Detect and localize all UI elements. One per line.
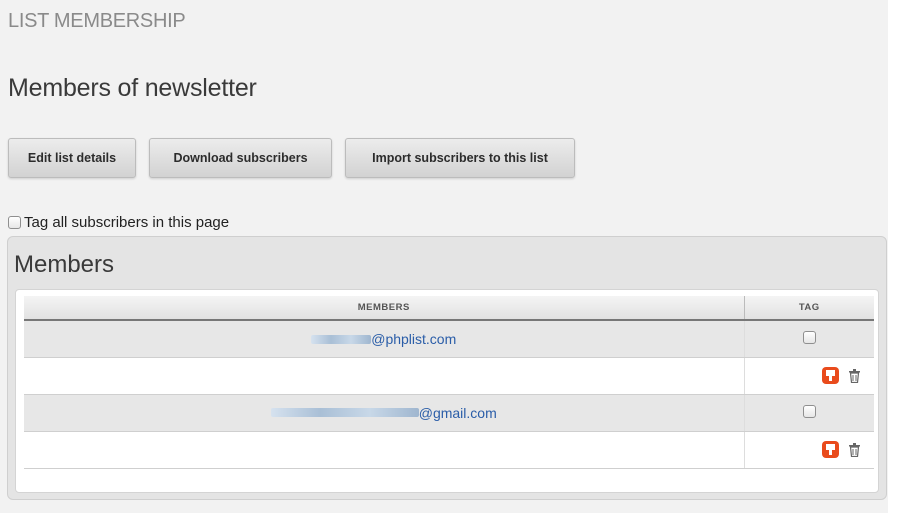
page-title: Members of newsletter — [8, 74, 257, 102]
unsubscribe-icon[interactable] — [822, 367, 839, 384]
panel-title: Members — [14, 251, 115, 278]
import-subscribers-button[interactable]: Import subscribers to this list — [345, 138, 575, 178]
member-cell: @phplist.com — [24, 320, 745, 358]
page-background: LIST MEMBERSHIP Members of newsletter Ed… — [0, 0, 888, 513]
table-row: @phplist.com — [24, 320, 874, 358]
trash-icon[interactable] — [849, 368, 860, 383]
table-row-actions — [24, 357, 875, 395]
tag-all-checkbox[interactable] — [8, 216, 21, 229]
tag-cell — [744, 320, 874, 358]
members-table: MEMBERS TAG @phplist.com @gmail.com — [24, 296, 874, 469]
redacted-email-prefix — [270, 408, 419, 418]
email-domain: @gmail.com — [418, 404, 497, 421]
table-header-row: MEMBERS TAG — [24, 296, 874, 321]
unsubscribe-icon[interactable] — [822, 441, 839, 458]
table-row-actions — [24, 431, 875, 469]
edit-list-details-button[interactable]: Edit list details — [8, 138, 136, 178]
email-domain: @phplist.com — [371, 331, 457, 347]
redacted-email-prefix — [311, 334, 372, 344]
row-actions — [745, 441, 875, 458]
row-actions — [745, 367, 875, 384]
member-tag-checkbox[interactable] — [802, 330, 816, 344]
members-table-container: MEMBERS TAG @phplist.com @gmail.com — [15, 289, 879, 493]
member-tag-checkbox[interactable] — [802, 404, 816, 418]
member-email-link[interactable]: @gmail.com — [270, 404, 497, 421]
tag-all-control[interactable]: Tag all subscribers in this page — [8, 214, 229, 231]
table-row: @gmail.com — [24, 394, 874, 432]
column-header-members[interactable]: MEMBERS — [24, 296, 745, 321]
member-email-link[interactable]: @phplist.com — [311, 331, 456, 347]
member-cell: @gmail.com — [24, 394, 745, 432]
members-panel: Members MEMBERS TAG @phplist.com @gmail.… — [7, 236, 887, 500]
download-subscribers-button[interactable]: Download subscribers — [149, 138, 332, 178]
tag-cell — [744, 394, 874, 432]
trash-icon[interactable] — [849, 442, 860, 457]
tag-all-label: Tag all subscribers in this page — [24, 214, 230, 231]
section-title: LIST MEMBERSHIP — [8, 10, 186, 32]
column-header-tag[interactable]: TAG — [744, 296, 874, 321]
